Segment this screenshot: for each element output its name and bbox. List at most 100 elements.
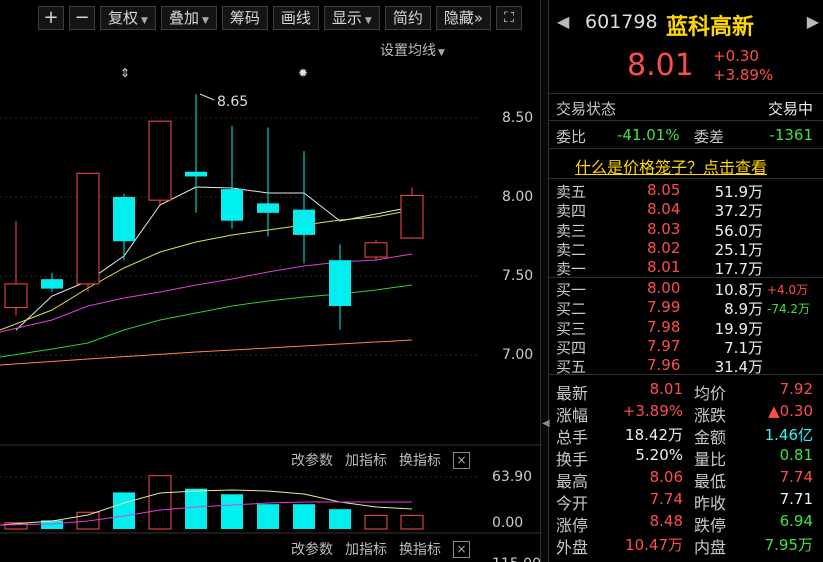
level-price: 8.05 — [647, 181, 681, 199]
stat-row: 最高 8.06 最低 7.74 — [549, 468, 823, 491]
level-delta: +4.0万 — [767, 283, 809, 297]
stat-value: 8.01 — [649, 380, 683, 398]
level-label: 卖五 — [556, 183, 587, 201]
stat-value: ▲0.30 — [768, 402, 813, 420]
stat-label: 均价 — [694, 384, 727, 403]
divider — [549, 277, 823, 278]
ask-level[interactable]: 卖二 8.02 25.1万 — [549, 239, 823, 259]
level-price: 7.99 — [647, 298, 681, 317]
volume-bar — [364, 514, 388, 530]
trade-status-row: 交易状态 交易中 — [549, 98, 823, 118]
stat-label: 涨幅 — [556, 406, 589, 425]
kline-chart-panel[interactable]: + − 复权 ▼ 叠加 ▼ 筹码 画线 显示 ▼ 简约 隐藏» ⛶ 设置均线 ▼ ⇕ ✹… — [0, 0, 541, 562]
stat-value: 7.92 — [779, 380, 813, 398]
level-volume: 10.8万 — [714, 281, 763, 299]
candles[interactable] — [4, 94, 424, 330]
ask-level[interactable]: 卖五 8.05 51.9万 — [549, 181, 823, 201]
level-price: 8.04 — [647, 200, 681, 219]
ask-level[interactable]: 卖一 8.01 17.7万 — [549, 258, 823, 278]
weibi-row: 委比 -41.01% 委差 -1361 — [549, 126, 823, 146]
stat-label: 总手 — [556, 428, 589, 447]
volume-bar — [400, 514, 424, 530]
bid-level[interactable]: 买三 7.98 19.9万 — [549, 318, 823, 338]
divider — [549, 178, 823, 179]
stat-row: 最新 8.01 均价 7.92 — [549, 380, 823, 403]
stat-label: 最低 — [694, 472, 727, 491]
stock-terminal: + − 复权 ▼ 叠加 ▼ 筹码 画线 显示 ▼ 简约 隐藏» ⛶ 设置均线 ▼ ⇕ ✹… — [0, 0, 823, 562]
volume-bar — [221, 494, 243, 529]
stat-label: 量比 — [694, 450, 727, 469]
peak-pointer — [199, 93, 215, 101]
level-label: 卖三 — [556, 221, 587, 240]
price-change: +0.30 +3.89% — [713, 47, 773, 85]
ask-level[interactable]: 卖四 8.04 37.2万 — [549, 200, 823, 220]
stock-name: 蓝科高新 — [666, 15, 755, 40]
stat-value: 7.74 — [649, 490, 683, 508]
panel-splitter[interactable]: ◀ — [540, 0, 550, 562]
next-stock-icon[interactable]: ▶ — [807, 12, 819, 31]
stat-label: 最高 — [556, 472, 589, 491]
level-label: 买一 — [556, 281, 587, 299]
level-label: 卖四 — [556, 202, 587, 221]
level-delta: -74.2万 — [767, 302, 811, 317]
volume-axis-tick: 0.00 — [492, 515, 524, 531]
add-indicator-button[interactable]: 加指标 — [345, 450, 387, 470]
level-label: 买四 — [556, 338, 587, 357]
volume-bar — [329, 509, 351, 529]
weicha-value: -1361 — [769, 126, 813, 144]
divider — [549, 120, 823, 121]
candle-body — [76, 172, 100, 285]
switch-indicator-button[interactable]: 换指标 — [399, 450, 441, 470]
bid-level[interactable]: 买二 7.99 8.9万 -74.2万 — [549, 298, 823, 318]
level-volume: 56.0万 — [714, 221, 763, 240]
close-icon[interactable]: × — [453, 451, 470, 469]
level-volume: 19.9万 — [714, 319, 763, 338]
stat-label: 内盘 — [694, 538, 727, 557]
stat-label: 外盘 — [556, 538, 589, 557]
edit-params-button[interactable]: 改参数 — [291, 450, 333, 470]
stat-row: 今开 7.74 昨收 7.71 — [549, 490, 823, 513]
quote-panel: ◀ 601798 蓝科高新 ▶ 8.01 +0.30 +3.89% 交易状态 交… — [549, 0, 823, 562]
close-icon[interactable]: × — [453, 540, 470, 558]
volume-bar — [185, 488, 207, 529]
price-cage-link[interactable]: 什么是价格笼子？点击查看 — [575, 154, 767, 178]
trade-status-label: 交易状态 — [556, 100, 617, 118]
level-label: 卖二 — [556, 240, 587, 259]
ma5-line — [15, 186, 413, 331]
stat-value: 6.94 — [779, 512, 813, 530]
stat-value: 18.42万 — [625, 426, 683, 444]
volume-bar — [257, 504, 279, 529]
indicator-controls-volume: 改参数 加指标 换指标 × — [0, 448, 470, 472]
switch-indicator-button[interactable]: 换指标 — [399, 539, 441, 559]
ask-level[interactable]: 卖三 8.03 56.0万 — [549, 220, 823, 240]
stat-row: 外盘 10.47万 内盘 7.95万 — [549, 534, 823, 557]
volume-bar — [113, 492, 135, 529]
edit-params-button[interactable]: 改参数 — [291, 539, 333, 559]
level-price: 8.01 — [647, 258, 681, 277]
prev-stock-icon[interactable]: ◀ — [557, 12, 569, 31]
stat-value: 1.46亿 — [764, 426, 813, 444]
candlestick-svg — [0, 93, 540, 534]
candle-body — [4, 283, 28, 309]
level-price: 7.98 — [647, 317, 681, 336]
trade-status-value: 交易中 — [767, 100, 813, 118]
quote-header: ◀ 601798 蓝科高新 ▶ 8.01 +0.30 +3.89% — [549, 0, 823, 93]
bid-level[interactable]: 买四 7.97 7.1万 — [549, 337, 823, 357]
candle-body — [185, 171, 207, 177]
stat-label: 今开 — [556, 494, 589, 513]
level-price: 7.96 — [647, 356, 681, 375]
ma60-line — [0, 339, 413, 366]
weibi-label: 委比 — [556, 128, 587, 146]
stat-label: 金额 — [694, 428, 727, 447]
volume-bar — [293, 504, 315, 529]
last-price: 8.01 — [627, 48, 694, 83]
divider — [549, 148, 823, 149]
level-price: 7.97 — [647, 336, 681, 355]
indicator-controls-lower: 改参数 加指标 换指标 × — [0, 537, 470, 561]
add-indicator-button[interactable]: 加指标 — [345, 539, 387, 559]
candle-body — [293, 209, 315, 235]
divider — [549, 93, 823, 94]
level-label: 买三 — [556, 319, 587, 338]
level-volume: 7.1万 — [724, 338, 763, 357]
bid-level[interactable]: 买一 8.00 10.8万 +4.0万 — [549, 279, 823, 299]
